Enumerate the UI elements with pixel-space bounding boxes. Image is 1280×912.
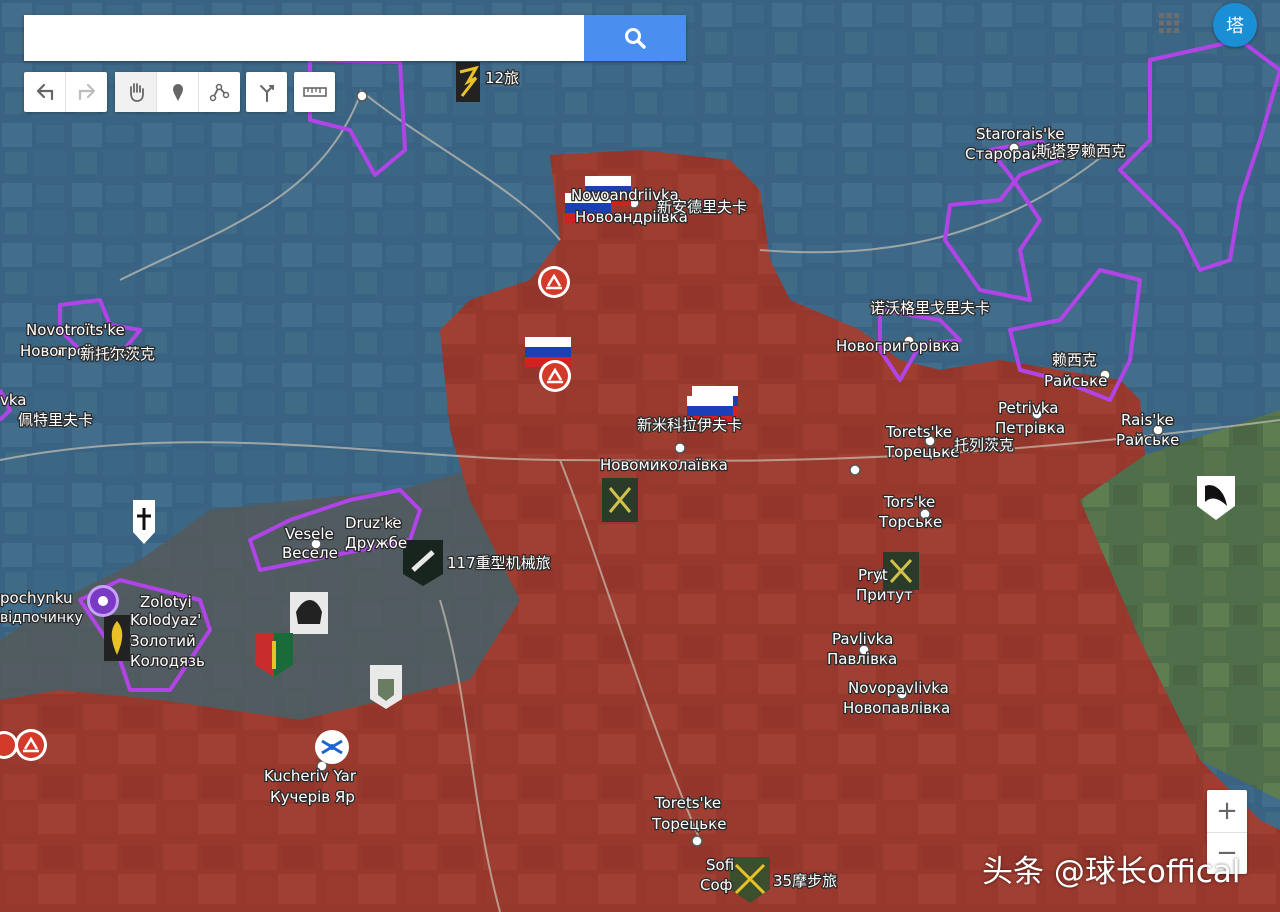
label-novoandriivka-zh: 新安德里夫卡 (657, 198, 747, 216)
unit-insignia-icon (104, 615, 130, 661)
label-torske-cyrillic: Торське (878, 513, 942, 531)
brigade-12-insignia-icon (456, 62, 480, 102)
search-button[interactable] (584, 15, 686, 61)
label-pavlivka-cyrillic: Павлівка (827, 650, 897, 668)
label-pishchanka-latin: vka (0, 391, 27, 409)
label-veselyi-latin: Vesele (285, 525, 334, 543)
label-toretske-n-latin: Torets'ke (885, 423, 952, 441)
label-prytut-latin: Pryt (858, 566, 888, 584)
label-brigade-117: 117重型机械旅 (447, 554, 551, 572)
pan-button[interactable] (115, 72, 157, 112)
label-sofiivka-cyrillic: Соф (700, 876, 732, 894)
label-pochynku-cyrillic: відпочинку (0, 610, 83, 626)
apps-grid-icon[interactable] (1158, 12, 1180, 34)
unit-insignia-icon (290, 592, 328, 634)
unit-insignia-icon (883, 552, 919, 590)
assault-icon (15, 729, 47, 761)
label-raiske-zh-cyrillic: Райське (1044, 372, 1107, 390)
label-starorais-zh: 斯塔罗赖西克 (1036, 142, 1126, 160)
drone-icon (315, 730, 349, 764)
route-button[interactable] (246, 72, 287, 112)
label-raiske-latin: Rais'ke (1121, 411, 1174, 429)
label-druzhba-latin: Druz'ke (345, 514, 402, 532)
label-veselyi-cyrillic: Веселе (282, 544, 338, 562)
label-kucheriv-cyrillic: Кучерів Яр (270, 788, 355, 806)
label-zolotyi-cyrillic-2: Колодязь (130, 652, 205, 670)
marker-icon (172, 84, 183, 101)
label-kucheriv-latin: Kucheriv Yar (264, 767, 357, 785)
assault-icon (538, 266, 570, 298)
label-toretske-s-cyrillic: Торецьке (651, 815, 726, 833)
label-zolotyi-latin-2: Kolodyaz' (130, 611, 201, 629)
label-petrivka-cyrillic: Петрівка (995, 419, 1065, 437)
label-novohryhorivka-cyrillic: Новогригорівка (836, 337, 959, 355)
label-toretske-s-latin: Torets'ke (654, 794, 721, 812)
label-torske-latin: Tors'ke (883, 493, 935, 511)
label-novotroitske-zh: 新托尔茨克 (80, 345, 155, 363)
measure-button[interactable] (294, 72, 335, 112)
label-toretske-n-cyrillic: Торецьке (884, 443, 959, 461)
label-prytut-cyrillic: Притут (856, 586, 913, 604)
search-icon (625, 28, 646, 49)
label-toretske-n-zh: 托列茨克 (954, 436, 1014, 454)
zoom-in-button[interactable]: + (1207, 790, 1247, 832)
camera-poi-icon (87, 585, 119, 617)
label-novopavlivka-latin: Novopavlivka (848, 679, 949, 697)
route-icon (259, 85, 274, 102)
watermark: 头条 @球长offical (982, 854, 1241, 890)
marker-button[interactable] (157, 72, 199, 112)
route-toolbar (246, 72, 287, 112)
label-pishchanka-zh: 佩特里夫卡 (18, 411, 93, 429)
label-novomykolaivka-cyrillic: Новомиколаївка (600, 456, 728, 474)
label-novohryhorivka-zh: 诺沃格里戈里夫卡 (870, 299, 990, 317)
hand-icon (129, 83, 144, 102)
unit-insignia-icon (602, 478, 638, 522)
account-avatar[interactable]: 塔 (1213, 3, 1257, 47)
search-bar (24, 15, 686, 61)
label-zolotyi-cyrillic-1: Золотий (130, 632, 196, 650)
assault-icon (539, 360, 571, 392)
ruler-icon (302, 87, 327, 97)
redo-button[interactable] (66, 72, 107, 112)
undo-icon (36, 83, 53, 101)
label-sofiivka-latin: Sofi (706, 856, 734, 874)
label-novomykolaivka-zh: 新米科拉伊夫卡 (637, 416, 742, 434)
redo-icon (78, 83, 95, 101)
measure-toolbar (294, 72, 335, 112)
label-starorais-latin: Starorais'ke (976, 125, 1064, 143)
label-novopavlivka-cyrillic: Новопавлівка (843, 699, 950, 717)
draw-toolbar (115, 72, 240, 112)
polyline-icon (209, 83, 229, 102)
label-novotroitske-latin: Novotroïts'ke (26, 321, 125, 339)
label-brigade-35: 35摩步旅 (773, 872, 837, 890)
label-pochynku-latin: pochynku (0, 589, 73, 607)
history-toolbar (24, 72, 107, 112)
search-input[interactable] (24, 15, 584, 61)
label-druzhba-cyrillic: Дружбе (345, 534, 407, 552)
label-raiske-zh: 赖西克 (1052, 351, 1097, 369)
label-raiske-cyrillic: Райське (1116, 431, 1179, 449)
tactical-map[interactable]: Novoandriivka Новоандріївка 新安德里夫卡 Staro… (0, 0, 1280, 912)
label-pavlivka-latin: Pavlivka (832, 630, 893, 648)
label-petrivka-latin: Petrivka (998, 399, 1058, 417)
undo-button[interactable] (24, 72, 66, 112)
label-zolotyi-latin-1: Zolotyi (140, 593, 192, 611)
label-brigade-12: 12旅 (485, 69, 519, 87)
polyline-button[interactable] (199, 72, 240, 112)
